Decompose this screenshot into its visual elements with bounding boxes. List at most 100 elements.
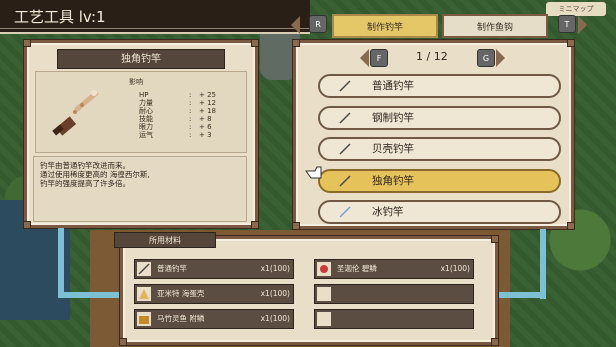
stat-name: 运气	[139, 131, 153, 139]
item-detail-panel: 独角钓竿 影响 HP: + 25 力量: + 12 耐心: + 18 技能: + 8 眼…	[23, 39, 259, 229]
stat-colon: :	[189, 99, 192, 107]
stat-colon: :	[189, 123, 192, 131]
rod-item-label: 贝壳钓竿	[372, 143, 414, 155]
tab-craft-rod[interactable]: 制作钓竿	[332, 14, 438, 38]
page-next-arrow-icon[interactable]	[496, 49, 505, 67]
rod-item-label: 钢制钓竿	[372, 111, 414, 124]
key-r-button[interactable]: R	[309, 15, 327, 33]
material-count: x1(100)	[260, 264, 290, 273]
connector-line	[540, 229, 546, 299]
tab-right-arrow-icon[interactable]	[578, 16, 587, 34]
fishing-rod-icon	[137, 262, 151, 276]
panel-corner	[292, 222, 300, 230]
panel-corner	[491, 338, 499, 346]
stat-list: HP: + 25 力量: + 12 耐心: + 18 技能: + 8 眼力: + 6 运气…	[139, 91, 239, 139]
stat-name: 耐心	[139, 107, 153, 115]
key-g-button[interactable]: G	[477, 49, 495, 67]
stat-colon: :	[189, 107, 192, 115]
materials-header: 所用材料	[114, 232, 216, 248]
panel-corner	[23, 221, 31, 229]
fishing-rod-icon	[339, 143, 351, 155]
tab-left-arrow-icon[interactable]	[291, 16, 300, 34]
rod-item-shell[interactable]: 贝壳钓竿	[318, 137, 561, 161]
stat-row: 技能: + 8	[139, 115, 239, 123]
panel-corner	[251, 39, 259, 47]
key-t-button[interactable]: T	[558, 15, 576, 33]
panel-corner	[23, 39, 31, 47]
material-name: 圣迦伦 碧鳞	[337, 264, 377, 273]
rod-item-label: 冰钓竿	[372, 206, 404, 218]
connector-line	[498, 292, 546, 298]
rod-item-ice[interactable]: 冰钓竿	[318, 200, 561, 224]
material-count: x1(100)	[260, 289, 290, 298]
stat-value: + 25	[199, 91, 216, 99]
material-slot[interactable]: 普通钓竿 x1(100)	[134, 259, 294, 279]
connector-line	[58, 228, 64, 298]
stat-name: 技能	[139, 115, 153, 123]
stat-value: + 6	[199, 123, 212, 131]
unicorn-fishing-rod-icon	[52, 90, 99, 136]
material-name: 普通钓竿	[157, 264, 187, 273]
fishing-rod-icon	[339, 174, 351, 187]
rod-item-unicorn[interactable]: 独角钓竿	[318, 168, 561, 193]
stat-name: HP	[139, 91, 149, 99]
material-slot[interactable]: 圣迦伦 碧鳞 x1(100)	[314, 259, 474, 279]
rod-list: 普通钓竿 钢制钓竿 贝壳钓竿 独角钓竿 冰钓竿	[318, 74, 561, 232]
description-line: 通过使用稀度更高的 海徨西尔斯,	[40, 170, 150, 179]
panel-corner	[292, 39, 300, 47]
pointer-hand-icon	[305, 166, 322, 179]
stat-colon: :	[189, 115, 192, 123]
rod-item-label: 普通钓竿	[372, 80, 414, 92]
material-count: x1(100)	[440, 264, 470, 273]
panel-corner	[119, 338, 127, 346]
item-description: 钓竿由普通钓竿改进而来。 通过使用稀度更高的 海徨西尔斯, 钓竿的强度提高了许多…	[33, 156, 247, 222]
panel-corner	[567, 222, 575, 230]
stat-value: + 12	[199, 99, 216, 107]
material-name: 亚米特 海蛋壳	[157, 289, 205, 298]
key-f-button[interactable]: F	[370, 49, 388, 67]
material-slot-empty[interactable]	[314, 284, 474, 304]
stat-name: 眼力	[139, 123, 153, 131]
empty-slot-icon	[317, 312, 331, 326]
panel-corner	[491, 235, 499, 243]
rod-item-normal[interactable]: 普通钓竿	[318, 74, 561, 98]
stat-value: + 18	[199, 107, 216, 115]
stat-colon: :	[189, 131, 192, 139]
stat-row: 眼力: + 6	[139, 123, 239, 131]
panel-corner	[567, 39, 575, 47]
window-title-bar: 工艺工具 lv:1	[0, 0, 310, 34]
material-name: 马竹灵鱼 附鳞	[157, 314, 205, 323]
page-indicator: 1 / 12	[416, 50, 448, 63]
fishing-rod-icon	[339, 80, 351, 92]
rod-item-label: 独角钓竿	[372, 174, 414, 187]
chest-icon	[137, 312, 151, 326]
gem-icon	[317, 262, 331, 276]
fishing-rod-icon	[339, 206, 351, 218]
page-prev-arrow-icon[interactable]	[360, 49, 369, 67]
stat-value: + 3	[199, 131, 212, 139]
material-slot[interactable]: 亚米特 海蛋壳 x1(100)	[134, 284, 294, 304]
page-navigation: F 1 / 12 G	[360, 48, 510, 68]
fishing-rod-icon	[339, 111, 351, 124]
window-title: 工艺工具 lv:1	[14, 8, 106, 26]
connector-line	[58, 292, 120, 298]
shell-icon	[137, 287, 151, 301]
detail-title: 独角钓竿	[57, 49, 225, 69]
stat-row: 运气: + 3	[139, 131, 239, 139]
description-line: 钓竿的强度提高了许多倍。	[40, 179, 130, 188]
material-slot-empty[interactable]	[314, 309, 474, 329]
panel-corner	[251, 221, 259, 229]
empty-slot-icon	[317, 287, 331, 301]
material-slot[interactable]: 马竹灵鱼 附鳞 x1(100)	[134, 309, 294, 329]
rod-item-steel[interactable]: 钢制钓竿	[318, 105, 561, 130]
stat-row: HP: + 25	[139, 91, 239, 99]
effect-label: 影响	[129, 78, 143, 86]
minimap-badge: ミニマップ	[546, 2, 606, 16]
stat-value: + 8	[199, 115, 212, 123]
material-count: x1(100)	[260, 314, 290, 323]
stat-row: 力量: + 12	[139, 99, 239, 107]
stat-colon: :	[189, 91, 192, 99]
tab-craft-hook[interactable]: 制作鱼钩	[442, 14, 548, 38]
description-line: 钓竿由普通钓竿改进而来。	[40, 161, 130, 170]
stat-name: 力量	[139, 99, 153, 107]
